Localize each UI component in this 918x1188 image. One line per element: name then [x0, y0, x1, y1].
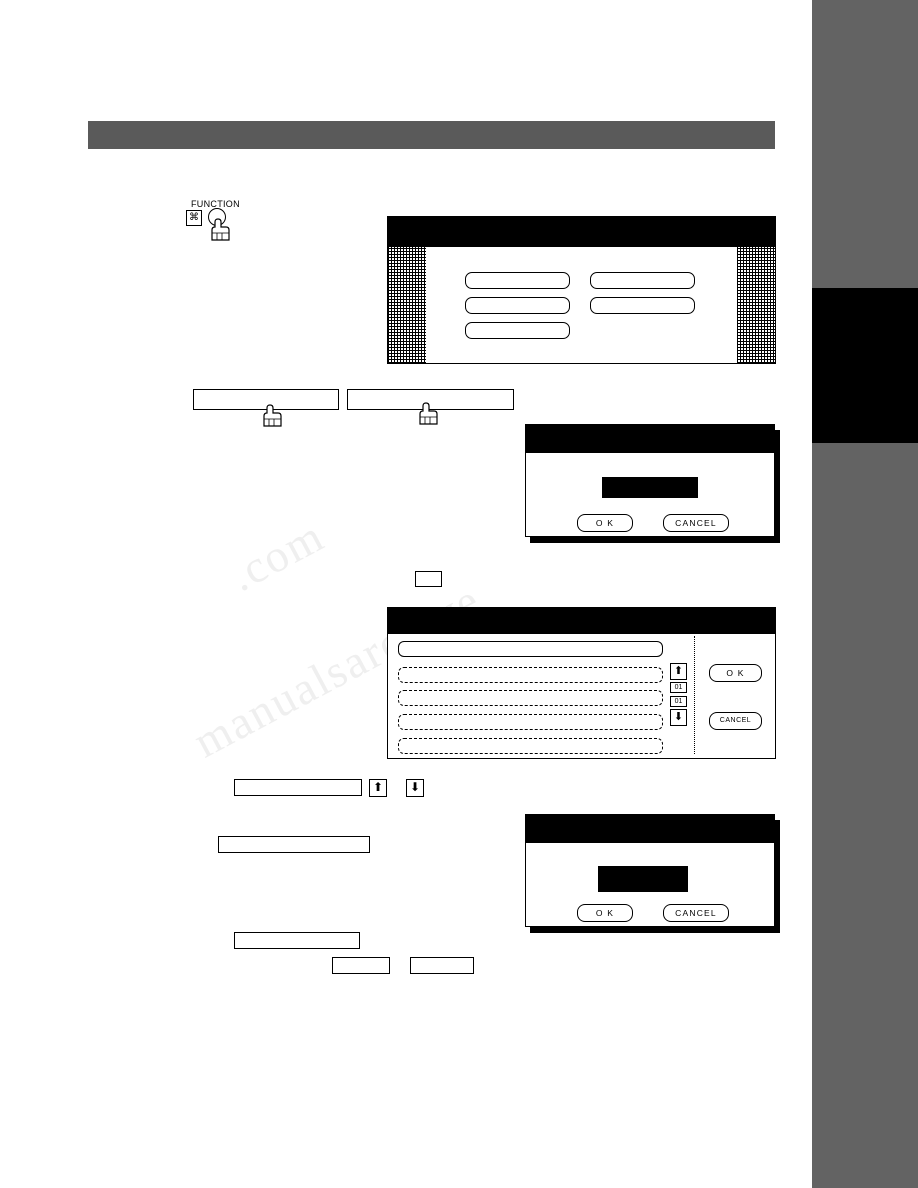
panel3-scroll-down-icon[interactable]: ⬇ [670, 709, 687, 726]
panel1-titlebar [388, 217, 775, 247]
watermark-line-2: .com [221, 509, 333, 601]
panel3-scroll-up-icon[interactable]: ⬆ [670, 663, 687, 680]
panel3-list-row-1[interactable] [398, 641, 663, 657]
panel3-list-row-5[interactable] [398, 738, 663, 754]
arrow-down-icon[interactable]: ⬇ [406, 779, 424, 797]
hand-pointer-icon-function [206, 218, 232, 242]
panel1-button-3[interactable] [465, 322, 570, 339]
section-header-bar [88, 121, 775, 149]
panel3-ok-button[interactable]: O K [709, 664, 762, 682]
panel2-titlebar [526, 425, 774, 453]
instruction-box-5 [218, 836, 370, 853]
panel2-cancel-button[interactable]: CANCEL [663, 514, 729, 532]
section-tab-marker [812, 288, 918, 443]
panel3-page-number-bottom: 01 [670, 696, 687, 707]
panel3-list-row-2[interactable] [398, 667, 663, 683]
panel4-input-field[interactable] [598, 866, 688, 892]
panel2-ok-button[interactable]: O K [577, 514, 633, 532]
panel1-button-4[interactable] [590, 272, 695, 289]
panel3-titlebar [388, 608, 775, 634]
panel1-left-hatch-area [388, 247, 426, 363]
panel2-input-field[interactable] [602, 477, 698, 498]
panel3-list-row-3[interactable] [398, 690, 663, 706]
panel3-cancel-button[interactable]: CANCEL [709, 712, 762, 730]
hand-pointer-icon-2 [414, 402, 440, 426]
panel3-list-row-4[interactable] [398, 714, 663, 730]
panel4-cancel-button[interactable]: CANCEL [663, 904, 729, 922]
panel3-divider [694, 636, 696, 754]
instruction-box-3 [415, 571, 442, 587]
panel4-titlebar [526, 815, 774, 843]
panel1-right-hatch-area [737, 247, 775, 363]
instruction-box-7 [332, 957, 390, 974]
panel1-button-2[interactable] [465, 297, 570, 314]
hand-pointer-icon-1 [258, 404, 284, 428]
panel1-button-5[interactable] [590, 297, 695, 314]
arrow-up-icon[interactable]: ⬆ [369, 779, 387, 797]
panel4-ok-button[interactable]: O K [577, 904, 633, 922]
panel3-page-number-top: 01 [670, 682, 687, 693]
instruction-box-4 [234, 779, 362, 796]
panel1-button-1[interactable] [465, 272, 570, 289]
function-key-icon: ⌘ [186, 210, 202, 226]
instruction-box-8 [410, 957, 474, 974]
lcd-panel-main-menu [387, 216, 776, 364]
page-edge-band [812, 0, 918, 1188]
lcd-panel-list [387, 607, 776, 759]
instruction-box-6 [234, 932, 360, 949]
document-page: manualsarchive .com FUNCTION ⌘ O K CANCE… [0, 0, 918, 1188]
